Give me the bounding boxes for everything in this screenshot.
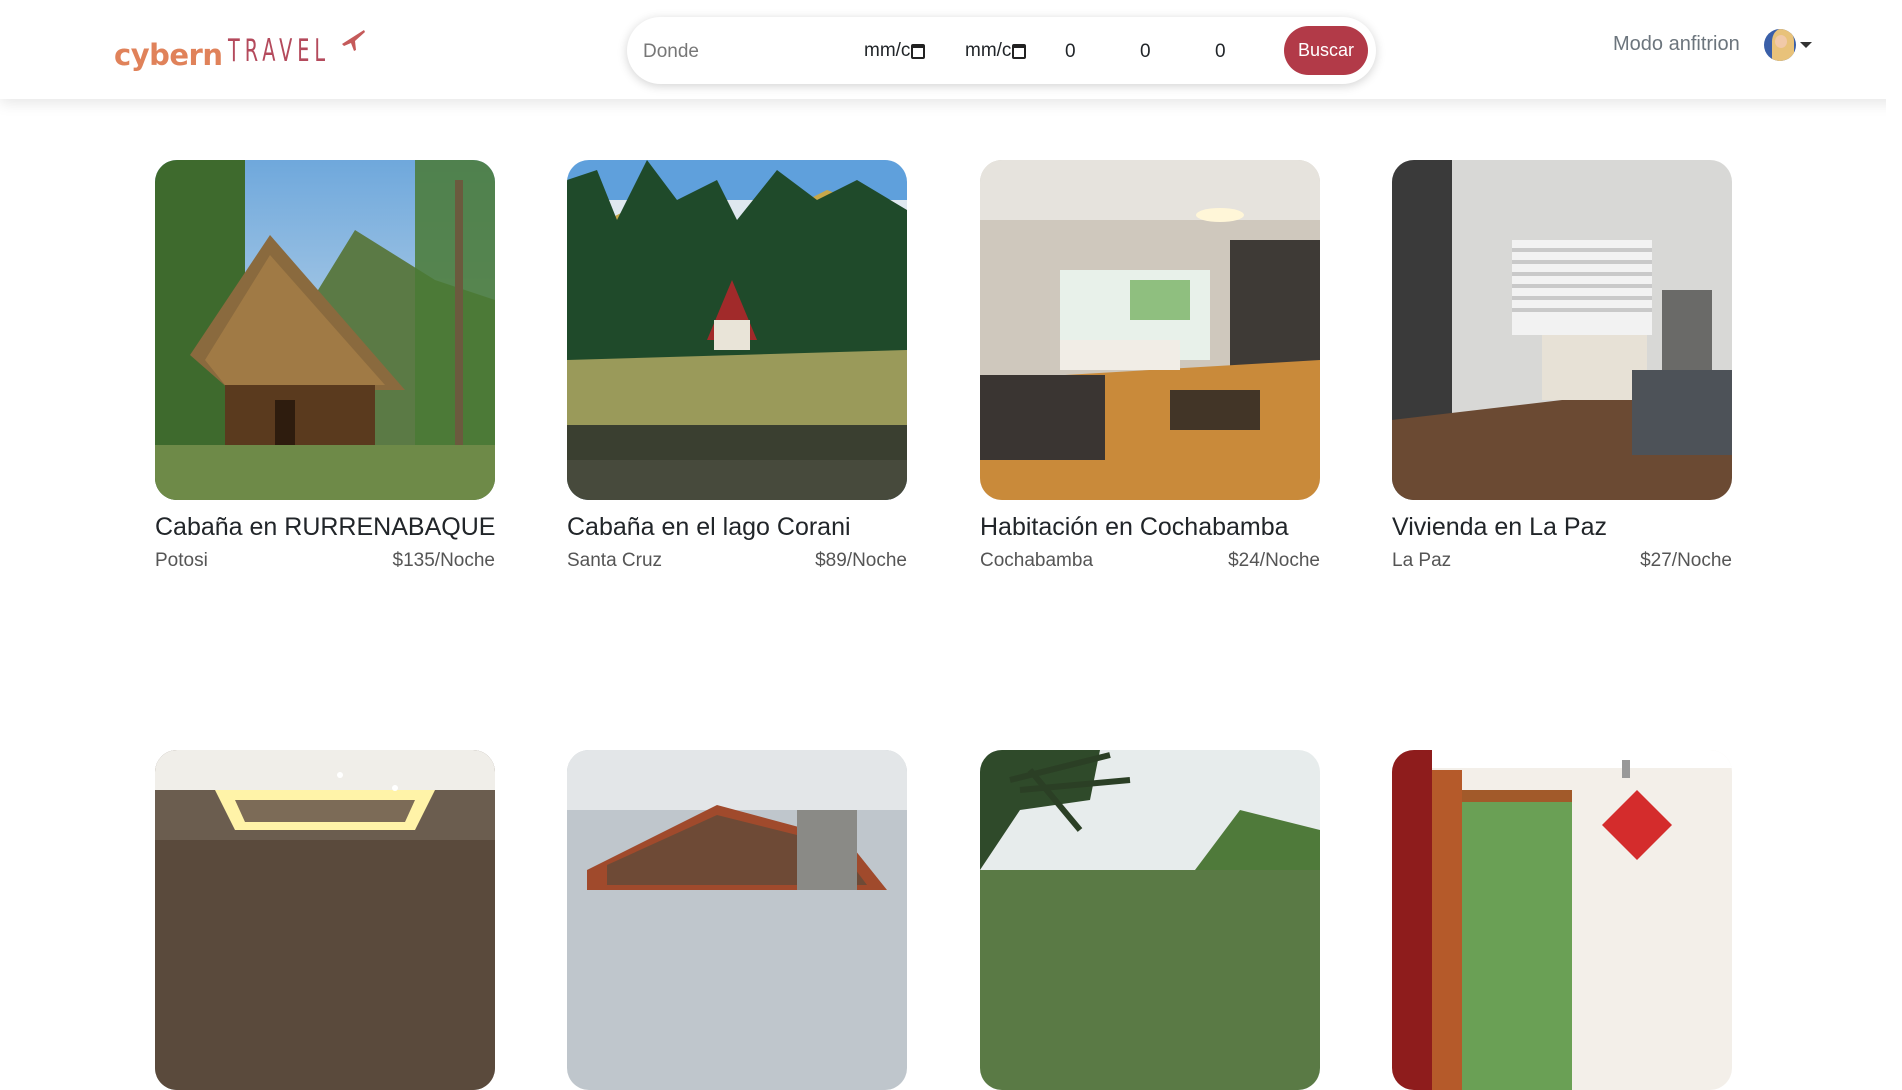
- calendar-icon[interactable]: [1012, 43, 1027, 59]
- listing-price: $27/Noche: [1640, 550, 1732, 571]
- listing-location: La Paz: [1392, 550, 1452, 571]
- adults-count-input[interactable]: 0: [1065, 37, 1105, 67]
- search-bar: mm/c mm/c 0 0 0 Buscar: [627, 17, 1376, 84]
- listing-price: $89/Noche: [815, 550, 907, 571]
- listing-title[interactable]: Habitación en Cochabamba: [980, 513, 1320, 542]
- caret-down-icon: [1800, 42, 1812, 48]
- listing-card[interactable]: Vivienda en La Paz La Paz $27/Noche: [1392, 160, 1732, 572]
- listing-card[interactable]: [1392, 750, 1732, 1090]
- listing-photo-bedroom-living[interactable]: [980, 160, 1320, 500]
- listing-photo-apartment-bedroom[interactable]: [1392, 160, 1732, 500]
- brand-logo-right: TRAVEL: [228, 33, 330, 69]
- listing-meta: Santa Cruz $89/Noche: [567, 550, 907, 572]
- listing-photo-living-room[interactable]: [1392, 750, 1732, 1090]
- listing-location: Santa Cruz: [567, 550, 663, 571]
- checkout-date-field[interactable]: mm/c: [965, 35, 1027, 67]
- top-navbar: cybern TRAVEL mm/c mm/c 0 0 0 Buscar Mod…: [0, 0, 1902, 99]
- checkin-date-field[interactable]: mm/c: [864, 35, 926, 67]
- listing-location: Potosi: [155, 550, 208, 571]
- listing-title[interactable]: Vivienda en La Paz: [1392, 513, 1732, 542]
- page-scrollbar[interactable]: [1886, 0, 1902, 878]
- listing-card[interactable]: Cabaña en RURRENABAQUE Potosi $135/Noche: [155, 160, 495, 572]
- avatar: [1764, 29, 1796, 61]
- listing-card[interactable]: [567, 750, 907, 1090]
- listing-photo-lit-interior[interactable]: [155, 750, 495, 1090]
- listing-meta: Cochabamba $24/Noche: [980, 550, 1320, 572]
- children-count-input[interactable]: 0: [1140, 37, 1180, 67]
- listing-location: Cochabamba: [980, 550, 1094, 571]
- listing-meta: Potosi $135/Noche: [155, 550, 495, 572]
- pets-count-input[interactable]: 0: [1215, 37, 1255, 67]
- listing-meta: La Paz $27/Noche: [1392, 550, 1732, 572]
- listing-title[interactable]: Cabaña en el lago Corani: [567, 513, 907, 542]
- search-button[interactable]: Buscar: [1284, 26, 1368, 75]
- listing-price: $24/Noche: [1228, 550, 1320, 571]
- airplane-icon: [342, 30, 365, 51]
- listing-title[interactable]: Cabaña en RURRENABAQUE: [155, 513, 495, 542]
- listing-card[interactable]: Cabaña en el lago Corani Santa Cruz $89/…: [567, 160, 907, 572]
- checkin-date-value: mm/c: [864, 40, 911, 61]
- listing-photo-stone-house[interactable]: [567, 750, 907, 1090]
- listing-card[interactable]: [980, 750, 1320, 1090]
- listing-price: $135/Noche: [392, 550, 495, 571]
- listing-photo-thatched-cabin[interactable]: [155, 160, 495, 500]
- brand-logo-left: cybern: [114, 38, 223, 72]
- listing-card[interactable]: Habitación en Cochabamba Cochabamba $24/…: [980, 160, 1320, 572]
- brand-logo[interactable]: cybern TRAVEL: [114, 22, 374, 78]
- where-input[interactable]: [641, 35, 845, 69]
- listing-photo-lake-cabin[interactable]: [567, 160, 907, 500]
- host-mode-link[interactable]: Modo anfitrion: [1613, 33, 1740, 56]
- listing-card[interactable]: [155, 750, 495, 1090]
- listing-photo-palm-garden[interactable]: [980, 750, 1320, 1090]
- checkout-date-value: mm/c: [965, 40, 1012, 61]
- calendar-icon[interactable]: [911, 43, 926, 59]
- user-menu-toggle[interactable]: [1764, 29, 1812, 61]
